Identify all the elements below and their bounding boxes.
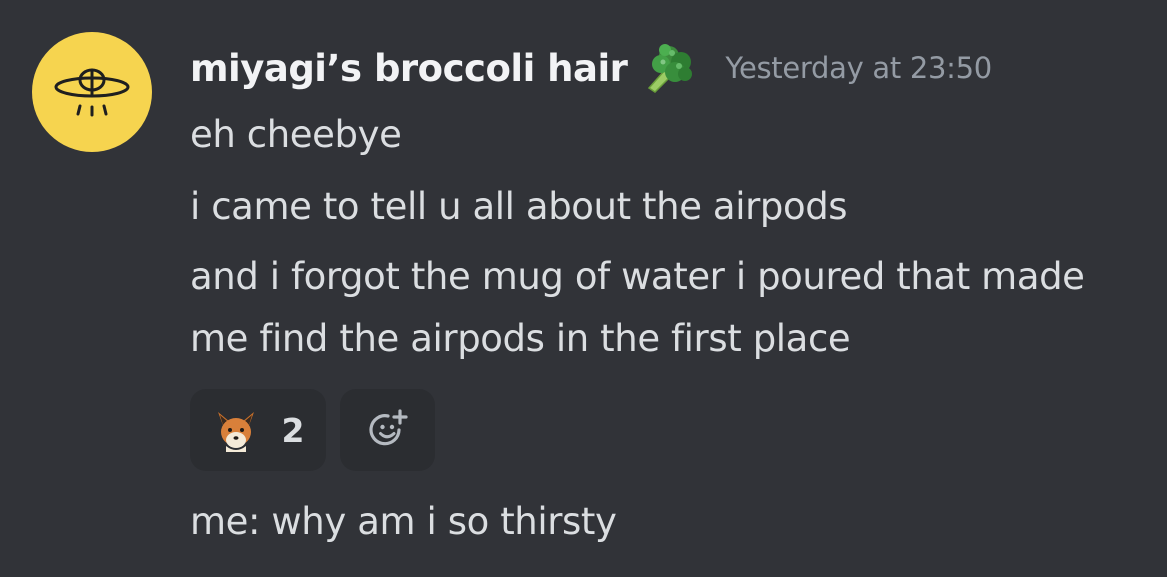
message-line: eh cheebye <box>190 113 402 156</box>
add-reaction-button[interactable] <box>340 389 435 471</box>
message-header: miyagi’s broccoli hair Yesterday at 23:5… <box>190 36 992 100</box>
message-line: and i forgot the mug of water i poured t… <box>190 255 1085 298</box>
avatar[interactable] <box>32 32 152 152</box>
message-line: me find the airpods in the first place <box>190 317 851 360</box>
chat-message: miyagi’s broccoli hair Yesterday at 23:5… <box>0 0 1167 577</box>
add-reaction-icon <box>368 409 408 446</box>
reaction-fox[interactable]: 2 <box>190 389 326 471</box>
timestamp[interactable]: Yesterday at 23:50 <box>725 51 992 85</box>
reactions-bar: 2 <box>190 389 435 471</box>
message-line: me: why am i so thirsty <box>190 500 617 543</box>
message-line: i came to tell u all about the airpods <box>190 185 848 228</box>
reaction-count: 2 <box>281 410 305 450</box>
eye-symbol-icon <box>54 68 130 117</box>
fox-emoji <box>217 412 254 452</box>
broccoli-icon[interactable] <box>639 40 695 96</box>
username[interactable]: miyagi’s broccoli hair <box>190 47 628 90</box>
